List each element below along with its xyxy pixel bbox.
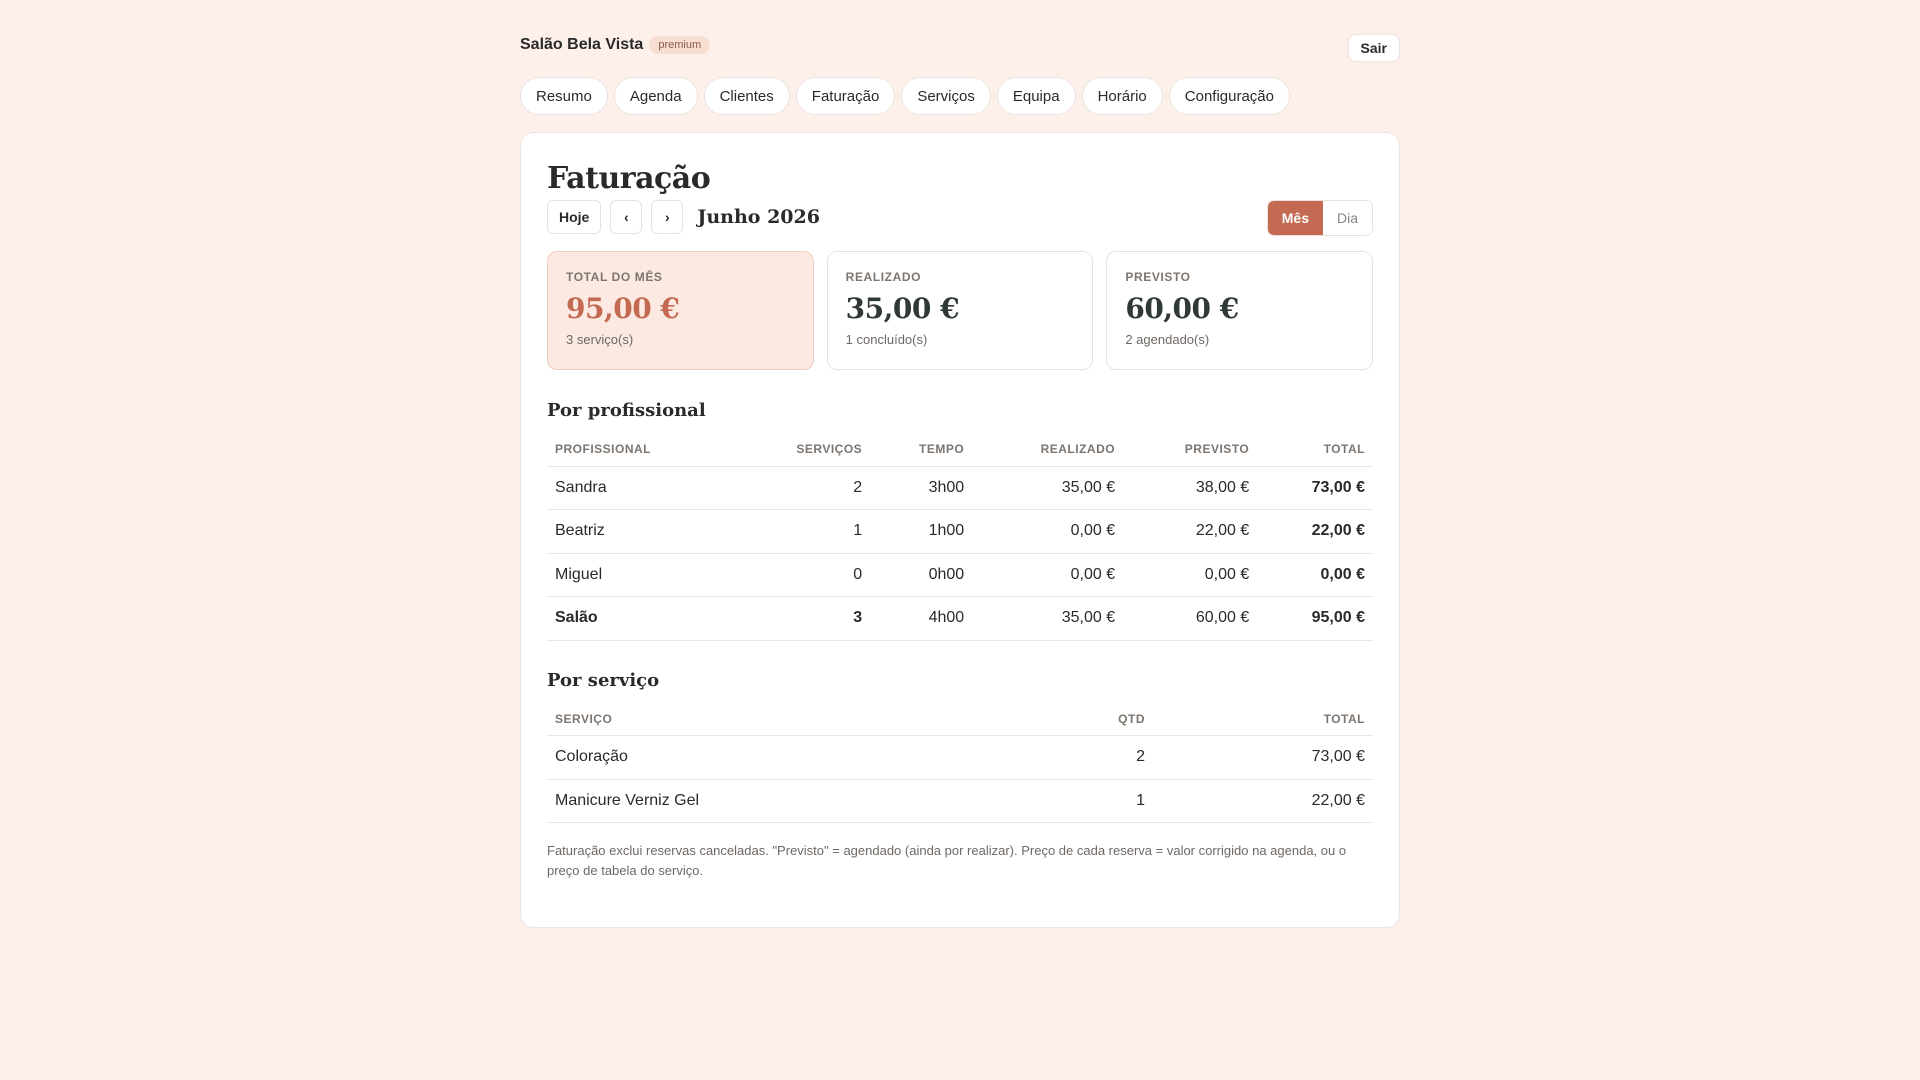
- column-header: QTD: [1023, 702, 1153, 736]
- plan-badge: premium: [649, 36, 711, 54]
- view-month-button[interactable]: Mês: [1267, 201, 1323, 235]
- professional-table: PROFISSIONAL SERVIÇOS TEMPO REALIZADO PR…: [547, 433, 1373, 641]
- nav-agenda[interactable]: Agenda: [613, 77, 698, 115]
- column-header: TOTAL: [1257, 433, 1373, 467]
- cell-forecast: 60,00 €: [1123, 596, 1258, 641]
- logout-button[interactable]: Sair: [1347, 34, 1400, 62]
- page-title: Faturação: [547, 161, 711, 196]
- cell-time: 4h00: [870, 596, 973, 641]
- brand: Salão Bela Vista premium: [520, 36, 711, 54]
- table-header-row: PROFISSIONAL SERVIÇOS TEMPO REALIZADO PR…: [547, 433, 1373, 467]
- cell-professional: Salão: [547, 596, 734, 641]
- nav-resumo[interactable]: Resumo: [520, 77, 608, 115]
- column-header: PREVISTO: [1123, 433, 1258, 467]
- stat-card-realized: REALIZADO 35,00 € 1 concluído(s): [826, 251, 1094, 370]
- stat-subtext: 3 serviço(s): [566, 332, 634, 347]
- today-button[interactable]: Hoje: [547, 200, 602, 234]
- cell-professional: Beatriz: [547, 509, 734, 554]
- column-header: PROFISSIONAL: [547, 433, 734, 467]
- salon-name: Salão Bela Vista: [520, 36, 644, 53]
- period-toolbar: Hoje ‹ › Junho 2026 Mês Dia: [547, 200, 1373, 236]
- nav-servicos[interactable]: Serviços: [901, 77, 991, 115]
- stat-value: 35,00 €: [845, 292, 960, 325]
- stat-value: 60,00 €: [1125, 292, 1239, 325]
- period-label: Junho 2026: [697, 206, 820, 228]
- cell-quantity: 2: [1023, 735, 1153, 780]
- cell-realized: 35,00 €: [972, 596, 1124, 641]
- cell-forecast: 22,00 €: [1123, 509, 1258, 554]
- nav-faturacao[interactable]: Faturação: [795, 77, 896, 115]
- cell-realized: 0,00 €: [972, 509, 1124, 554]
- stat-label: TOTAL DO MÊS: [566, 270, 663, 284]
- service-table: SERVIÇO QTD TOTAL Coloração 2 73,00 € Ma…: [547, 702, 1373, 824]
- table-row: Sandra 2 3h00 35,00 € 38,00 € 73,00 €: [547, 466, 1373, 510]
- cell-realized: 35,00 €: [972, 466, 1124, 510]
- nav-configuracao[interactable]: Configuração: [1168, 77, 1290, 115]
- view-toggle: Mês Dia: [1266, 200, 1373, 236]
- cell-services: 3: [733, 596, 871, 641]
- table-row: Beatriz 1 1h00 0,00 € 22,00 € 22,00 €: [547, 509, 1373, 554]
- previous-period-button[interactable]: ‹: [610, 200, 643, 234]
- cell-realized: 0,00 €: [972, 553, 1124, 597]
- table-total-row: Salão 3 4h00 35,00 € 60,00 € 95,00 €: [547, 596, 1373, 641]
- cell-quantity: 1: [1023, 779, 1153, 823]
- cell-time: 3h00: [870, 466, 973, 510]
- cell-services: 1: [733, 509, 871, 554]
- column-header: SERVIÇOS: [733, 433, 871, 467]
- cell-total: 22,00 €: [1257, 509, 1373, 554]
- stat-card-forecast: PREVISTO 60,00 € 2 agendado(s): [1106, 251, 1374, 370]
- cell-forecast: 38,00 €: [1123, 466, 1258, 510]
- cell-forecast: 0,00 €: [1123, 553, 1258, 597]
- footnote: Faturação exclui reservas canceladas. "P…: [547, 843, 1347, 878]
- stat-subtext: 2 agendado(s): [1125, 332, 1210, 347]
- main-nav: Resumo Agenda Clientes Faturação Serviço…: [520, 77, 1290, 115]
- column-header: TEMPO: [870, 433, 973, 467]
- cell-total: 22,00 €: [1153, 779, 1373, 823]
- cell-professional: Miguel: [547, 553, 734, 597]
- column-header: SERVIÇO: [547, 702, 1023, 736]
- nav-horario[interactable]: Horário: [1081, 77, 1163, 115]
- top-bar: Salão Bela Vista premium Sair: [520, 34, 1400, 62]
- stat-subtext: 1 concluído(s): [845, 332, 928, 347]
- section-title-by-professional: Por profissional: [547, 400, 706, 421]
- cell-services: 2: [733, 466, 871, 510]
- nav-equipa[interactable]: Equipa: [996, 77, 1076, 115]
- cell-total: 95,00 €: [1257, 596, 1373, 641]
- cell-total: 73,00 €: [1257, 466, 1373, 510]
- next-period-button[interactable]: ›: [651, 200, 684, 234]
- column-header: REALIZADO: [972, 433, 1124, 467]
- table-row: Manicure Verniz Gel 1 22,00 €: [547, 779, 1373, 823]
- cell-time: 1h00: [870, 509, 973, 554]
- cell-total: 73,00 €: [1153, 735, 1373, 780]
- stat-label: REALIZADO: [845, 270, 922, 284]
- table-header-row: SERVIÇO QTD TOTAL: [547, 702, 1373, 736]
- column-header: TOTAL: [1153, 702, 1373, 736]
- cell-time: 0h00: [870, 553, 973, 597]
- cell-service: Manicure Verniz Gel: [547, 779, 1023, 823]
- cell-service: Coloração: [547, 735, 1023, 780]
- cell-services: 0: [733, 553, 871, 597]
- stat-card-total: TOTAL DO MÊS 95,00 € 3 serviço(s): [547, 251, 814, 370]
- table-row: Coloração 2 73,00 €: [547, 735, 1373, 780]
- stats-row: TOTAL DO MÊS 95,00 € 3 serviço(s) REALIZ…: [547, 251, 1374, 370]
- billing-card: Faturação Hoje ‹ › Junho 2026 Mês Dia TO…: [520, 132, 1400, 928]
- nav-clientes[interactable]: Clientes: [703, 77, 790, 115]
- stat-value: 95,00 €: [566, 292, 680, 325]
- view-day-button[interactable]: Dia: [1322, 201, 1372, 235]
- table-row: Miguel 0 0h00 0,00 € 0,00 € 0,00 €: [547, 553, 1373, 597]
- stat-label: PREVISTO: [1125, 270, 1191, 284]
- cell-professional: Sandra: [547, 466, 734, 510]
- section-title-by-service: Por serviço: [547, 669, 660, 691]
- cell-total: 0,00 €: [1257, 553, 1373, 597]
